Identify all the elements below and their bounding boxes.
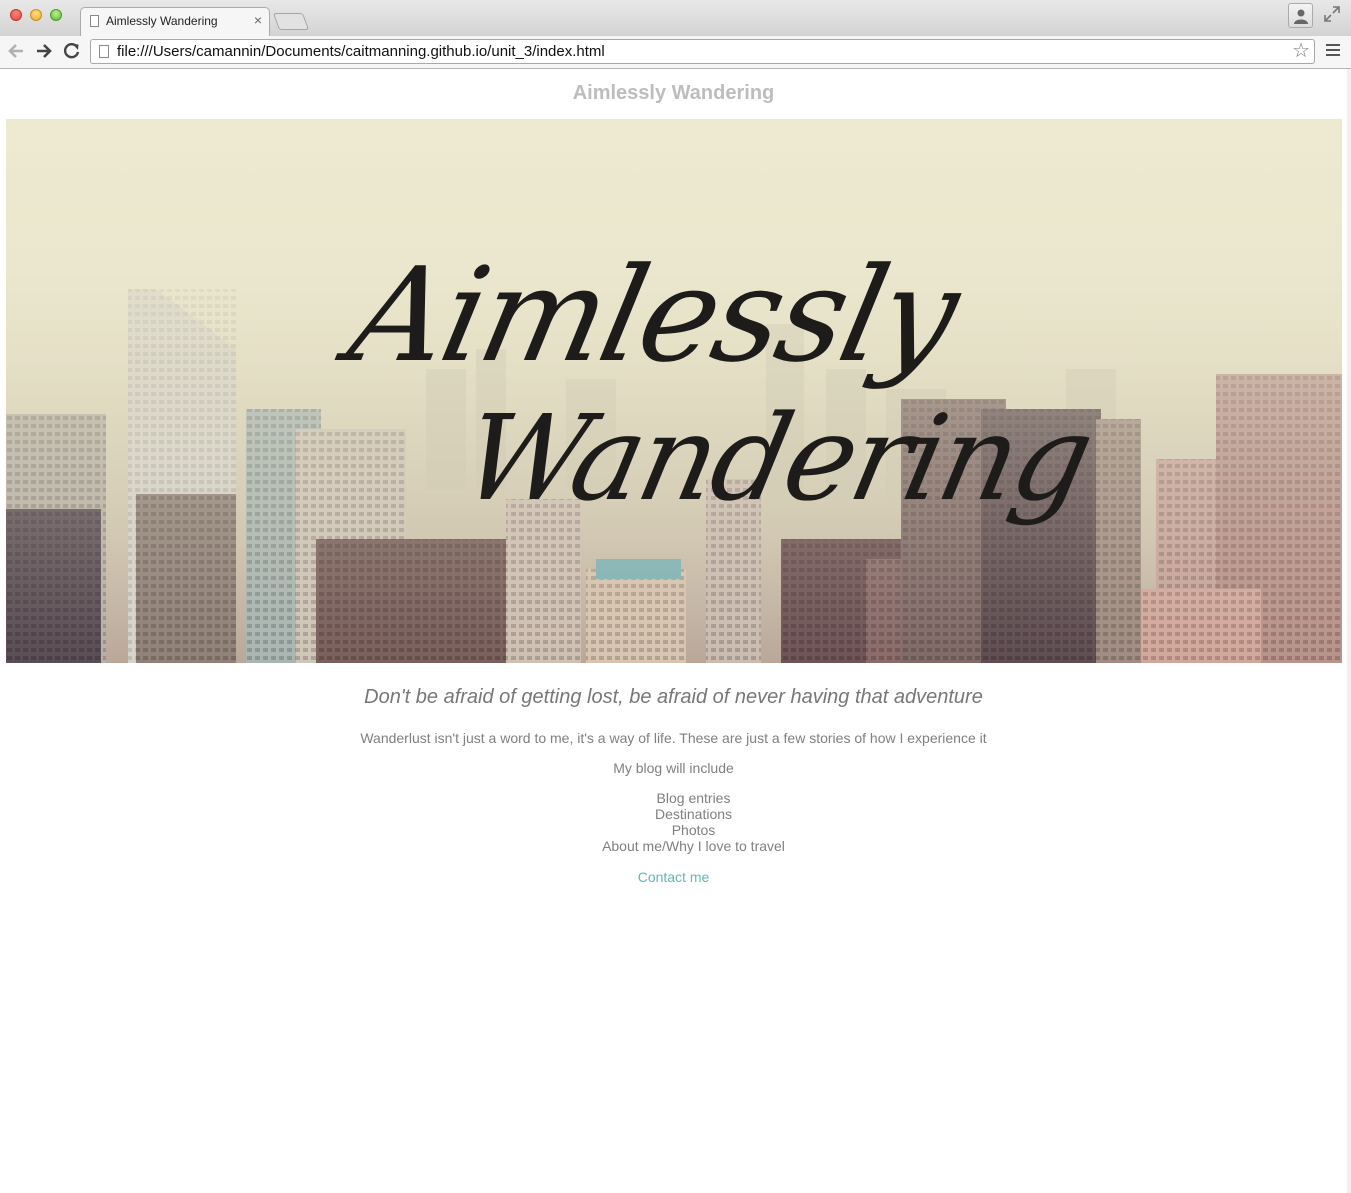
hero-script-line-2: Wandering	[451, 389, 1103, 527]
blog-topics-list: Blog entries Destinations Photos About m…	[0, 790, 1351, 854]
back-icon[interactable]	[6, 42, 26, 60]
fullscreen-icon[interactable]	[1323, 5, 1341, 23]
intro-paragraph: Wanderlust isn't just a word to me, it's…	[360, 730, 987, 746]
list-item: About me/Why I love to travel	[602, 838, 785, 854]
profile-icon	[1294, 9, 1308, 24]
forward-icon[interactable]	[34, 42, 54, 60]
window-zoom-button[interactable]	[50, 9, 62, 21]
browser-titlebar: Aimlessly Wandering ×	[0, 0, 1351, 36]
profile-button[interactable]	[1288, 3, 1313, 28]
tagline: Don't be afraid of getting lost, be afra…	[364, 686, 983, 708]
list-item: Blog entries	[656, 790, 731, 806]
window-edge	[1347, 69, 1351, 1193]
page-icon	[90, 15, 99, 27]
list-item: Destinations	[654, 806, 733, 822]
browser-toolbar: file:///Users/camannin/Documents/caitman…	[0, 36, 1351, 69]
close-icon[interactable]: ×	[254, 12, 262, 28]
url-text[interactable]: file:///Users/camannin/Documents/caitman…	[117, 43, 605, 60]
address-bar[interactable]: file:///Users/camannin/Documents/caitman…	[90, 39, 1315, 64]
list-item: Photos	[671, 822, 716, 838]
contact-link[interactable]: Contact me	[0, 869, 1347, 885]
reload-icon[interactable]	[62, 42, 82, 60]
browser-tab[interactable]: Aimlessly Wandering ×	[80, 7, 270, 36]
star-icon[interactable]: ☆	[1292, 41, 1310, 61]
new-tab-button[interactable]	[272, 13, 310, 30]
hero-banner: Aimlessly Wandering	[6, 119, 1342, 663]
menu-icon[interactable]	[1326, 44, 1340, 59]
page-icon	[99, 45, 109, 58]
window-minimize-button[interactable]	[30, 9, 42, 21]
site-title: Aimlessly Wandering	[572, 82, 775, 104]
blog-include-heading: My blog will include	[613, 760, 734, 776]
tab-title: Aimlessly Wandering	[106, 14, 218, 28]
window-close-button[interactable]	[10, 9, 22, 21]
hero-script-line-1: Aimlessly	[337, 239, 969, 391]
